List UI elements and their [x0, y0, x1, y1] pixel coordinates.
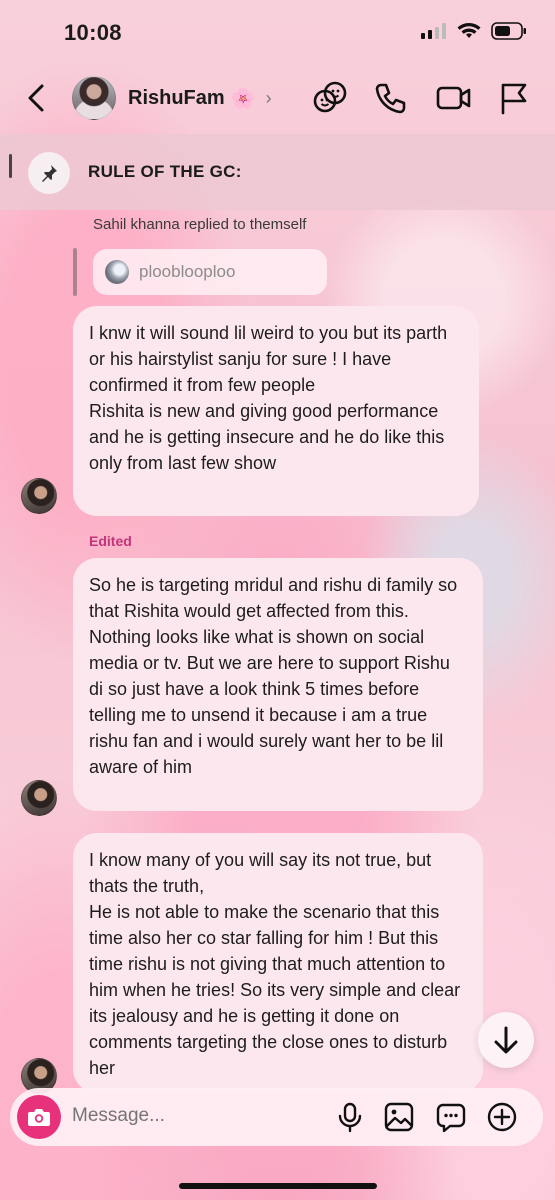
message-bubble[interactable]: I know many of you will say its not true…: [73, 833, 483, 1093]
flag-icon[interactable]: [496, 80, 532, 116]
message-composer: [10, 1088, 543, 1146]
battery-icon: [491, 22, 526, 40]
group-avatar[interactable]: [72, 76, 116, 120]
status-bar: 10:08: [0, 0, 555, 68]
video-call-icon[interactable]: [436, 80, 472, 116]
message-bubble[interactable]: So he is targeting mridul and rishu di f…: [73, 558, 483, 811]
pinned-indicator: [9, 154, 12, 178]
edited-label: Edited: [89, 533, 132, 549]
microphone-icon[interactable]: [334, 1101, 366, 1133]
phone-icon[interactable]: [372, 80, 408, 116]
camera-button[interactable]: [17, 1095, 61, 1139]
chat-name: RishuFam: [128, 87, 225, 109]
arrow-down-icon: [494, 1026, 518, 1054]
reply-quote[interactable]: plooblooploo: [93, 249, 327, 295]
reply-caption: Sahil khanna replied to themself: [93, 216, 307, 233]
scroll-to-bottom-button[interactable]: [478, 1012, 534, 1068]
sender-avatar[interactable]: [21, 478, 57, 514]
sticker-chat-icon[interactable]: [435, 1101, 467, 1133]
status-time: 10:08: [64, 20, 122, 45]
reply-indicator-bar: [73, 248, 77, 296]
chat-title[interactable]: RishuFam 🌸 ›: [128, 86, 272, 111]
home-indicator: [179, 1183, 377, 1189]
camera-icon: [28, 1109, 50, 1126]
gallery-icon[interactable]: [383, 1101, 415, 1133]
message-input[interactable]: [72, 1105, 292, 1127]
chat-header: RishuFam 🌸 ›: [0, 68, 555, 134]
pin-icon-circle: [28, 152, 70, 194]
chevron-right-icon: ›: [265, 88, 272, 108]
reply-quote-text: plooblooploo: [139, 262, 236, 281]
pinned-message-bar[interactable]: RULE OF THE GC:: [0, 134, 555, 210]
message-bubble[interactable]: I knw it will sound lil weird to you but…: [73, 306, 479, 516]
add-icon[interactable]: [486, 1101, 518, 1133]
pinned-text: RULE OF THE GC:: [88, 162, 242, 181]
sender-avatar[interactable]: [21, 780, 57, 816]
effects-icon[interactable]: [312, 80, 348, 116]
wifi-icon: [457, 23, 481, 38]
signal-icon: [421, 23, 446, 39]
back-icon[interactable]: [22, 82, 52, 114]
reply-thumbnail: [105, 260, 129, 284]
pin-icon: [42, 165, 57, 182]
chat-emoji: 🌸: [230, 88, 256, 110]
status-icons: [421, 22, 527, 40]
